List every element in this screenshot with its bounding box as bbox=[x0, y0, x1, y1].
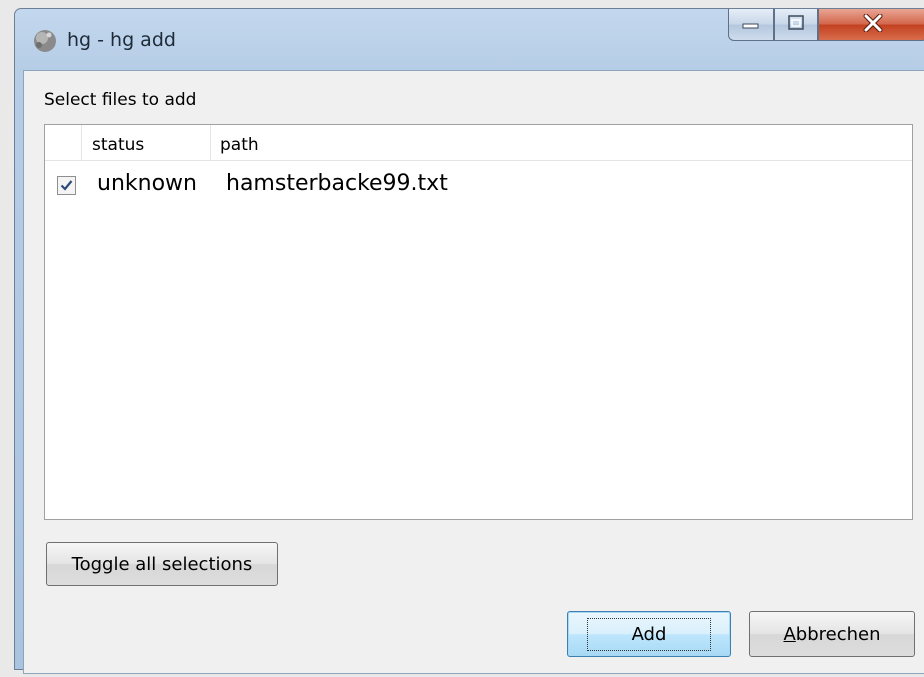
title-bar[interactable]: hg - hg add bbox=[15, 9, 924, 69]
close-button[interactable] bbox=[818, 9, 924, 41]
toggle-all-selections-button[interactable]: Toggle all selections bbox=[46, 542, 278, 586]
file-path: hamsterbacke99.txt bbox=[226, 171, 448, 196]
column-divider[interactable] bbox=[81, 125, 82, 160]
table-row[interactable]: unknown hamsterbacke99.txt bbox=[45, 163, 912, 207]
maximize-button[interactable] bbox=[774, 9, 818, 41]
add-button-label: Add bbox=[586, 617, 712, 651]
list-header: status path bbox=[45, 125, 912, 161]
file-checkbox[interactable] bbox=[57, 176, 76, 195]
column-header-path[interactable]: path bbox=[220, 135, 259, 155]
instruction-label: Select files to add bbox=[44, 90, 197, 110]
checkmark-icon bbox=[60, 180, 73, 191]
close-icon bbox=[862, 13, 884, 36]
hg-app-icon bbox=[31, 27, 59, 55]
file-status: unknown bbox=[97, 171, 197, 196]
window-title: hg - hg add bbox=[67, 29, 176, 51]
column-divider[interactable] bbox=[210, 125, 211, 160]
dialog-content: Select files to add status path unknown … bbox=[23, 70, 924, 674]
add-button[interactable]: Add bbox=[567, 611, 731, 657]
minimize-icon bbox=[741, 15, 761, 34]
accelerator-key: A bbox=[783, 623, 796, 645]
file-list[interactable]: status path unknown hamsterbacke99.txt bbox=[44, 124, 913, 520]
column-header-status[interactable]: status bbox=[92, 135, 144, 155]
cancel-button-label: Abbrechen bbox=[783, 624, 880, 645]
minimize-button[interactable] bbox=[728, 9, 774, 41]
cancel-label-rest: bbrechen bbox=[795, 623, 881, 645]
dialog-window: hg - hg add Select files to add status p… bbox=[14, 8, 924, 674]
cancel-button[interactable]: Abbrechen bbox=[749, 611, 915, 657]
maximize-icon bbox=[786, 14, 806, 36]
